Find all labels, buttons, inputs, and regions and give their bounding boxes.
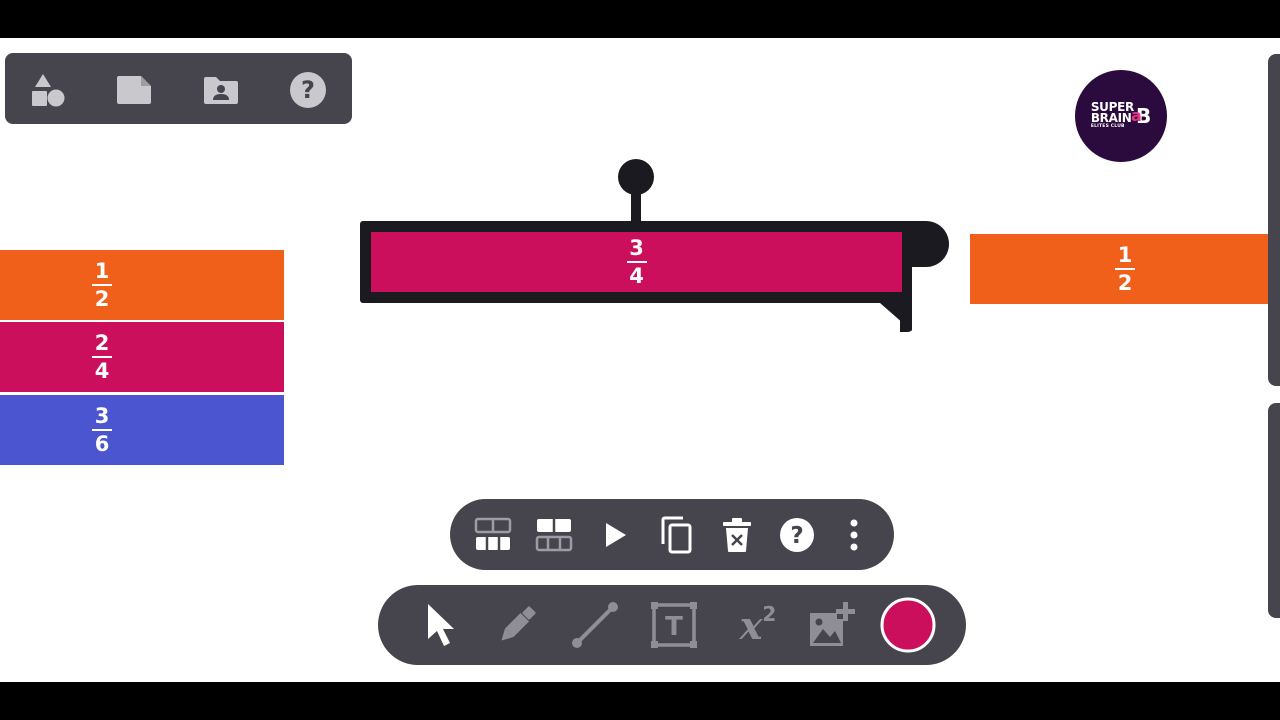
- denominator: 2: [1117, 270, 1133, 295]
- line-tool-icon[interactable]: [570, 600, 620, 650]
- denominator: 6: [94, 431, 110, 456]
- numerator: 3: [94, 403, 110, 428]
- denominator: 4: [629, 263, 644, 288]
- color-picker[interactable]: [880, 597, 936, 653]
- shapes-icon[interactable]: [29, 71, 67, 109]
- duplicate-icon[interactable]: [654, 513, 698, 557]
- fraction-strip-two-fourths[interactable]: 2 4: [0, 322, 284, 392]
- equation-power: 2: [762, 602, 777, 626]
- drag-handle[interactable]: [901, 221, 949, 267]
- equation-label: x2: [740, 602, 777, 648]
- numerator: 1: [94, 258, 110, 283]
- main-toolbar: T x2: [378, 585, 966, 665]
- logo-line: BRAIN: [1090, 111, 1132, 125]
- delete-icon[interactable]: [715, 513, 759, 557]
- resize-handle-tail: [900, 296, 912, 332]
- fraction-label: 1 2: [1115, 242, 1135, 295]
- equation-tool-icon[interactable]: x2: [728, 600, 788, 650]
- text-tool-icon[interactable]: T: [649, 600, 699, 650]
- split-more-icon[interactable]: [471, 513, 515, 557]
- right-panel-top[interactable]: [1268, 54, 1280, 386]
- rotate-handle[interactable]: [618, 159, 654, 195]
- help-icon[interactable]: ?: [775, 513, 819, 557]
- select-tool-icon[interactable]: [415, 600, 465, 650]
- play-icon[interactable]: [594, 513, 638, 557]
- whiteboard-canvas[interactable]: ? 1 2 2 4 3 6 3 4 1 2 SUPER BRAIN ELITES…: [0, 38, 1280, 682]
- right-panel-bottom[interactable]: [1268, 403, 1280, 618]
- denominator: 2: [94, 286, 110, 311]
- help-icon[interactable]: ?: [289, 71, 327, 109]
- selected-fraction-strip[interactable]: 3 4: [371, 232, 902, 292]
- numerator: 1: [1117, 242, 1133, 267]
- fraction-label: 3 6: [92, 403, 112, 456]
- denominator: 4: [94, 358, 110, 383]
- brand-logo: SUPER BRAIN ELITES CLUB aB: [1075, 70, 1167, 162]
- numerator: 2: [94, 330, 110, 355]
- fraction-label: 3 4: [626, 235, 647, 288]
- fraction-strip-right[interactable]: 1 2: [970, 234, 1280, 304]
- fraction-strip-one-half[interactable]: 1 2: [0, 250, 284, 320]
- svg-text:?: ?: [301, 76, 315, 104]
- fraction-label: 2 4: [92, 330, 112, 383]
- add-image-icon[interactable]: [806, 600, 856, 650]
- fraction-strip-three-sixths[interactable]: 3 6: [0, 395, 284, 465]
- fraction-label: 1 2: [92, 258, 112, 311]
- folder-user-icon[interactable]: [202, 71, 240, 109]
- svg-text:T: T: [665, 612, 683, 642]
- logo-mark: aB: [1130, 104, 1152, 128]
- context-toolbar: ?: [450, 499, 894, 570]
- svg-text:?: ?: [790, 523, 803, 549]
- pen-tool-icon[interactable]: [492, 600, 542, 650]
- logo-text: SUPER BRAIN ELITES CLUB: [1090, 101, 1134, 130]
- top-toolbar: ?: [5, 53, 352, 124]
- note-icon[interactable]: [115, 71, 153, 109]
- equation-base: x: [739, 603, 763, 648]
- more-icon[interactable]: [832, 513, 876, 557]
- numerator: 3: [629, 235, 644, 260]
- split-less-icon[interactable]: [532, 513, 576, 557]
